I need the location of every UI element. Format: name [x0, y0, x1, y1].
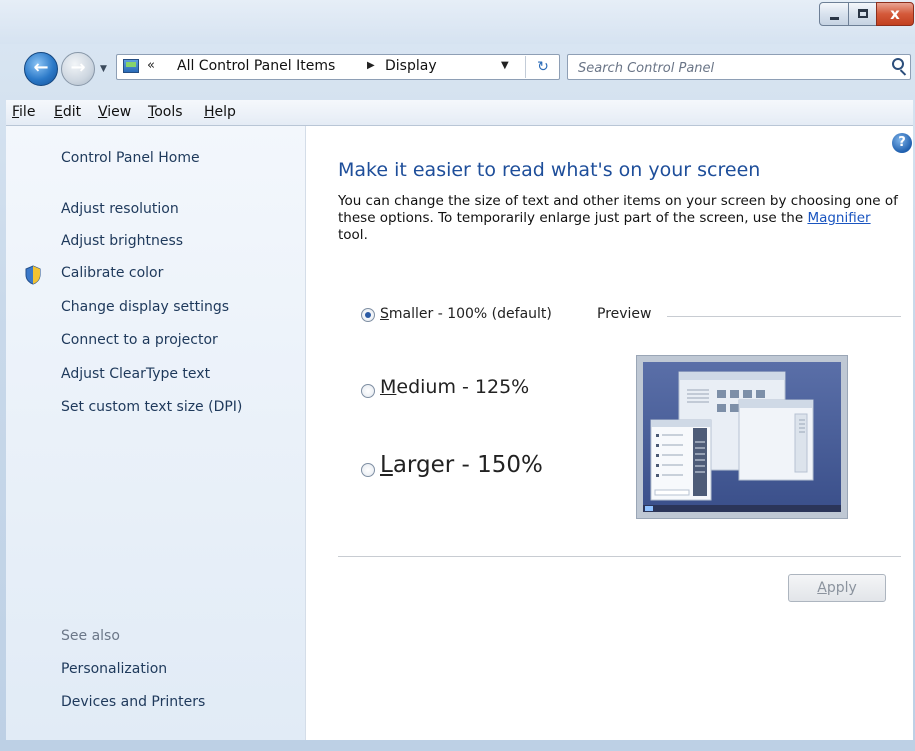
page-title: Make it easier to read what's on your sc… [338, 159, 761, 181]
close-button[interactable]: x [876, 2, 914, 26]
sidebar-item-change-display-settings[interactable]: Change display settings [61, 299, 229, 315]
section-divider [338, 556, 901, 557]
minimize-icon [830, 17, 839, 20]
see-also-heading: See also [61, 628, 120, 644]
see-also-devices-printers-link[interactable]: Devices and Printers [61, 694, 205, 710]
preview-image [636, 355, 848, 519]
magnifier-link[interactable]: Magnifier [807, 210, 870, 226]
radio-smaller[interactable] [361, 308, 375, 322]
preview-desktop-illustration [643, 362, 841, 512]
breadcrumb-all-control-panel-items[interactable]: All Control Panel Items [177, 58, 335, 74]
option-smaller-label: Smaller - 100% (default) [380, 306, 552, 322]
address-dropdown-icon[interactable]: ▼ [501, 60, 509, 71]
forward-button[interactable]: → [61, 52, 95, 86]
menu-bar: File Edit View Tools Help [6, 100, 913, 126]
menu-edit[interactable]: Edit [54, 104, 81, 120]
address-overflow-chevron[interactable]: « [147, 58, 155, 73]
sidebar-item-calibrate-color[interactable]: Calibrate color [61, 265, 163, 281]
close-icon: x [890, 5, 900, 23]
task-pane: Control Panel Home Adjust resolution Adj… [6, 126, 306, 740]
menu-file[interactable]: File [12, 104, 35, 120]
sidebar-item-adjust-cleartype[interactable]: Adjust ClearType text [61, 366, 210, 382]
page-description: You can change the size of text and othe… [338, 193, 898, 243]
sidebar-item-custom-text-size[interactable]: Set custom text size (DPI) [61, 399, 242, 415]
control-panel-icon [123, 59, 139, 73]
navigation-bar: ← → ▼ « All Control Panel Items ▶ Displa… [0, 46, 915, 92]
see-also-personalization-link[interactable]: Personalization [61, 661, 167, 677]
back-button[interactable]: ← [24, 52, 58, 86]
sidebar-item-adjust-brightness[interactable]: Adjust brightness [61, 233, 183, 249]
maximize-icon [858, 9, 868, 18]
forward-arrow-icon: → [70, 57, 86, 78]
maximize-button[interactable] [848, 2, 877, 26]
recent-pages-dropdown-icon[interactable]: ▼ [100, 64, 107, 74]
radio-larger[interactable] [361, 463, 375, 477]
preview-divider [667, 316, 901, 317]
back-arrow-icon: ← [33, 57, 49, 78]
sidebar-item-connect-to-projector[interactable]: Connect to a projector [61, 332, 218, 348]
search-input[interactable] [576, 58, 870, 78]
preview-label: Preview [597, 306, 652, 322]
refresh-icon[interactable]: ↻ [525, 56, 560, 78]
breadcrumb-display[interactable]: Display [385, 58, 437, 74]
sidebar-item-adjust-resolution[interactable]: Adjust resolution [61, 201, 179, 217]
search-box[interactable] [567, 54, 911, 80]
menu-view[interactable]: View [98, 104, 131, 120]
display-window: x ← → ▼ « All Control Panel Items ▶ Disp… [0, 0, 915, 751]
address-bar[interactable]: « All Control Panel Items ▶ Display ▼ ↻ [116, 54, 560, 80]
menu-help[interactable]: Help [204, 104, 236, 120]
uac-shield-icon [25, 265, 41, 285]
option-larger-label: Larger - 150% [380, 452, 543, 478]
minimize-button[interactable] [819, 2, 849, 26]
help-icon[interactable]: ? [892, 133, 912, 153]
apply-button[interactable]: Apply [788, 574, 886, 602]
main-content: ? Make it easier to read what's on your … [306, 126, 913, 740]
option-medium-label: Medium - 125% [380, 376, 530, 398]
title-bar[interactable]: x [0, 0, 915, 44]
breadcrumb-separator-icon[interactable]: ▶ [367, 60, 375, 71]
search-icon[interactable] [892, 58, 904, 70]
menu-tools[interactable]: Tools [148, 104, 183, 120]
radio-medium[interactable] [361, 384, 375, 398]
control-panel-home-link[interactable]: Control Panel Home [61, 150, 200, 166]
